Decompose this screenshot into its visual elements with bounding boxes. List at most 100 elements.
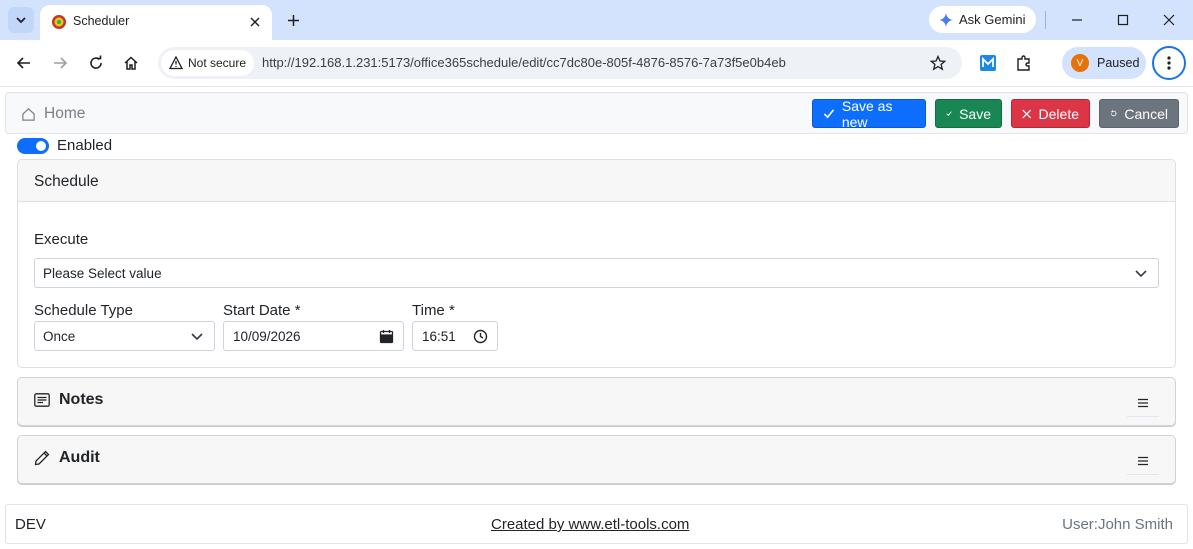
hamburger-icon [1138,398,1148,407]
maximize-icon [1117,14,1129,26]
arrow-right-icon [54,57,68,69]
check-icon [823,109,835,119]
cancel-button[interactable]: Cancel [1099,99,1179,128]
home-label: Home [44,105,86,122]
pencil-icon [34,450,50,466]
profile-status: Paused [1097,56,1140,70]
notes-header[interactable]: Notes [34,391,103,409]
extension-m-icon [980,55,996,71]
ask-gemini-button[interactable]: Ask Gemini [929,6,1036,33]
reload-icon [90,55,102,69]
start-date-label: Start Date * [223,302,301,319]
calendar-icon[interactable] [379,329,394,344]
ask-gemini-label: Ask Gemini [959,12,1026,27]
enabled-label: Enabled [57,137,113,154]
chevron-down-icon [191,333,203,341]
gemini-sparkle-icon [939,12,953,27]
chevron-down-icon [16,17,26,24]
url-text[interactable]: http://192.168.1.231:5173/office365sched… [262,55,786,70]
browser-tab-scheduler[interactable]: Scheduler [40,5,272,40]
time-input[interactable]: 16:51 [412,321,498,351]
notes-title: Notes [59,391,104,408]
schedule-card-header: Schedule [18,160,1175,202]
toolbar-divider [1045,11,1046,29]
tab-title: Scheduler [73,14,130,28]
arrow-left-icon [16,57,30,69]
chevron-down-icon [1135,270,1147,278]
home-icon [124,56,138,70]
page-header: Home Save as new Save Delete Cancel [5,92,1188,134]
extensions-button[interactable] [1012,51,1036,75]
site-info-button[interactable]: Not secure [161,50,254,76]
puzzle-icon [1017,55,1030,71]
delete-button[interactable]: Delete [1011,99,1090,128]
save-as-new-button[interactable]: Save as new [812,97,926,130]
extension-m-button[interactable] [976,51,1000,75]
security-label: Not secure [188,56,247,70]
kebab-menu-icon [1167,56,1171,70]
audit-section[interactable]: Audit [17,435,1176,484]
home-button[interactable] [119,51,143,75]
minimize-window-button[interactable] [1065,8,1089,32]
new-tab-button[interactable] [282,9,304,31]
check-icon [946,111,952,116]
execute-select-value: Please Select value [43,265,162,281]
hamburger-icon [1138,456,1148,465]
browser-tab-bar: Scheduler Ask Gemini [0,0,1193,40]
current-user-label: User:John Smith [1062,516,1173,533]
schedule-type-label: Schedule Type [34,302,133,319]
notes-section[interactable]: Notes [17,377,1176,426]
page-content: Home Save as new Save Delete Cancel Enab… [0,86,1193,549]
audit-header[interactable]: Audit [34,449,100,467]
avatar: V [1071,54,1089,72]
x-icon [1022,109,1032,118]
minimize-icon [1072,19,1082,21]
time-label: Time * [412,302,455,319]
address-bar[interactable]: Not secure http://192.168.1.231:5173/off… [158,47,962,79]
start-date-input[interactable]: 10/09/2026 [223,321,404,351]
save-button[interactable]: Save [935,99,1002,128]
tab-search-button[interactable] [8,7,34,33]
credit-link[interactable]: Created by www.etl-tools.com [491,516,689,533]
schedule-type-select[interactable]: Once [34,321,215,351]
close-icon [250,17,260,27]
warning-icon [169,56,183,70]
execute-select[interactable]: Please Select value [34,258,1159,288]
notes-icon [34,393,50,407]
tab-close-button[interactable] [246,13,264,31]
delete-label: Delete [1038,105,1079,122]
close-window-button[interactable] [1157,8,1181,32]
environment-label: DEV [15,516,46,533]
cancel-label: Cancel [1124,105,1168,122]
execute-label: Execute [34,231,89,248]
close-icon [1163,14,1175,26]
star-icon [930,55,946,71]
save-as-new-label: Save as new [841,97,893,130]
scheduler-favicon-icon [52,15,66,29]
forward-button[interactable] [48,51,72,75]
bookmark-star-button[interactable] [928,53,948,73]
schedule-type-value: Once [43,328,76,344]
reload-button[interactable] [84,51,108,75]
audit-toggle-button[interactable] [1127,447,1159,475]
audit-title: Audit [59,449,100,466]
profile-button[interactable]: V Paused [1062,47,1146,79]
time-value: 16:51 [422,328,456,344]
page-footer: DEV Created by www.etl-tools.com User:Jo… [5,504,1188,544]
enabled-toggle-row: Enabled [17,137,112,154]
back-button[interactable] [12,51,36,75]
start-date-value: 10/09/2026 [233,328,301,344]
enabled-switch[interactable] [17,137,49,154]
browser-toolbar: Not secure http://192.168.1.231:5173/off… [0,40,1193,86]
browser-menu-button[interactable] [1152,46,1186,80]
save-label: Save [959,105,991,122]
schedule-card-title: Schedule [34,173,99,190]
house-icon [22,107,35,121]
clock-icon[interactable] [473,329,488,344]
notes-toggle-button[interactable] [1127,389,1159,417]
home-link[interactable]: Home [21,105,85,123]
plus-icon [287,14,299,26]
undo-icon [1110,110,1117,117]
maximize-window-button[interactable] [1111,8,1135,32]
schedule-card: Schedule Execute Please Select value Sch… [17,159,1176,368]
